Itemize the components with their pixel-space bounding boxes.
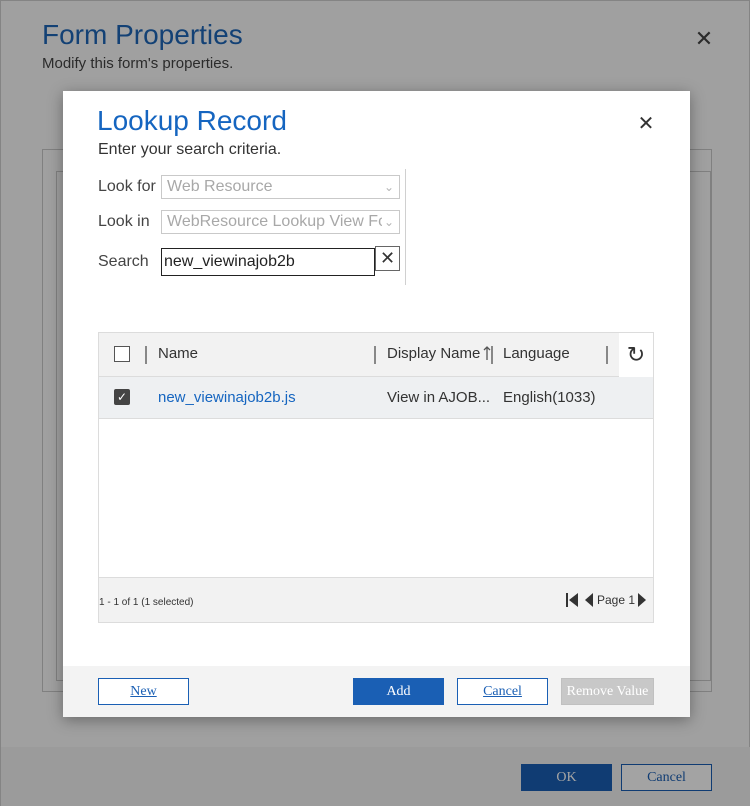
remove-value-button: Remove Value bbox=[561, 678, 654, 705]
look-for-value: Web Resource bbox=[167, 178, 273, 195]
row-language: English(1033) bbox=[503, 389, 596, 406]
lookup-record-dialog: Lookup Record Enter your search criteria… bbox=[63, 91, 690, 717]
close-icon[interactable]: ✕ bbox=[635, 113, 657, 135]
row-name-link[interactable]: new_viewinajob2b.js bbox=[158, 389, 296, 406]
column-separator bbox=[145, 346, 147, 364]
fields-divider bbox=[405, 169, 406, 285]
grid-header: Name Display Name Language ↻ bbox=[99, 333, 653, 377]
look-for-label: Look for bbox=[98, 178, 156, 195]
new-button[interactable]: New bbox=[98, 678, 189, 705]
record-count: 1 - 1 of 1 (1 selected) bbox=[99, 597, 194, 608]
column-separator[interactable] bbox=[606, 346, 608, 364]
row-checkbox-checked[interactable]: ✓ bbox=[114, 389, 130, 405]
row-display-name: View in AJOB... bbox=[387, 389, 491, 406]
first-page-icon[interactable] bbox=[565, 592, 579, 608]
chevron-down-icon: ⌄ bbox=[382, 211, 396, 233]
column-separator[interactable] bbox=[491, 346, 493, 364]
select-all-checkbox[interactable] bbox=[114, 346, 130, 362]
column-header-display-name[interactable]: Display Name bbox=[387, 345, 480, 362]
column-header-language[interactable]: Language bbox=[503, 345, 570, 362]
search-input[interactable] bbox=[161, 248, 375, 276]
clear-search-icon[interactable]: ✕ bbox=[375, 246, 400, 271]
refresh-icon[interactable]: ↻ bbox=[619, 333, 653, 377]
look-in-value: WebResource Lookup View For bbox=[167, 213, 393, 230]
next-page-icon[interactable] bbox=[636, 592, 648, 608]
grid-footer: 1 - 1 of 1 (1 selected) Page 1 bbox=[99, 577, 653, 622]
lookup-title: Lookup Record bbox=[97, 105, 287, 136]
lookup-subtitle: Enter your search criteria. bbox=[98, 141, 282, 158]
search-label: Search bbox=[98, 253, 149, 270]
column-separator[interactable] bbox=[374, 346, 376, 364]
chevron-down-icon: ⌄ bbox=[382, 176, 396, 198]
results-grid: Name Display Name Language ↻ ✓ new_viewi… bbox=[98, 332, 654, 623]
table-row[interactable]: ✓ new_viewinajob2b.js View in AJOB... En… bbox=[99, 377, 653, 419]
previous-page-icon[interactable] bbox=[583, 592, 595, 608]
look-in-select[interactable]: WebResource Lookup View For ⌄ bbox=[161, 210, 400, 234]
page-label: Page 1 bbox=[597, 593, 636, 607]
add-button[interactable]: Add bbox=[353, 678, 444, 705]
column-header-name[interactable]: Name bbox=[158, 345, 198, 362]
cancel-button[interactable]: Cancel bbox=[457, 678, 548, 705]
look-for-select[interactable]: Web Resource ⌄ bbox=[161, 175, 400, 199]
look-in-label: Look in bbox=[98, 213, 150, 230]
